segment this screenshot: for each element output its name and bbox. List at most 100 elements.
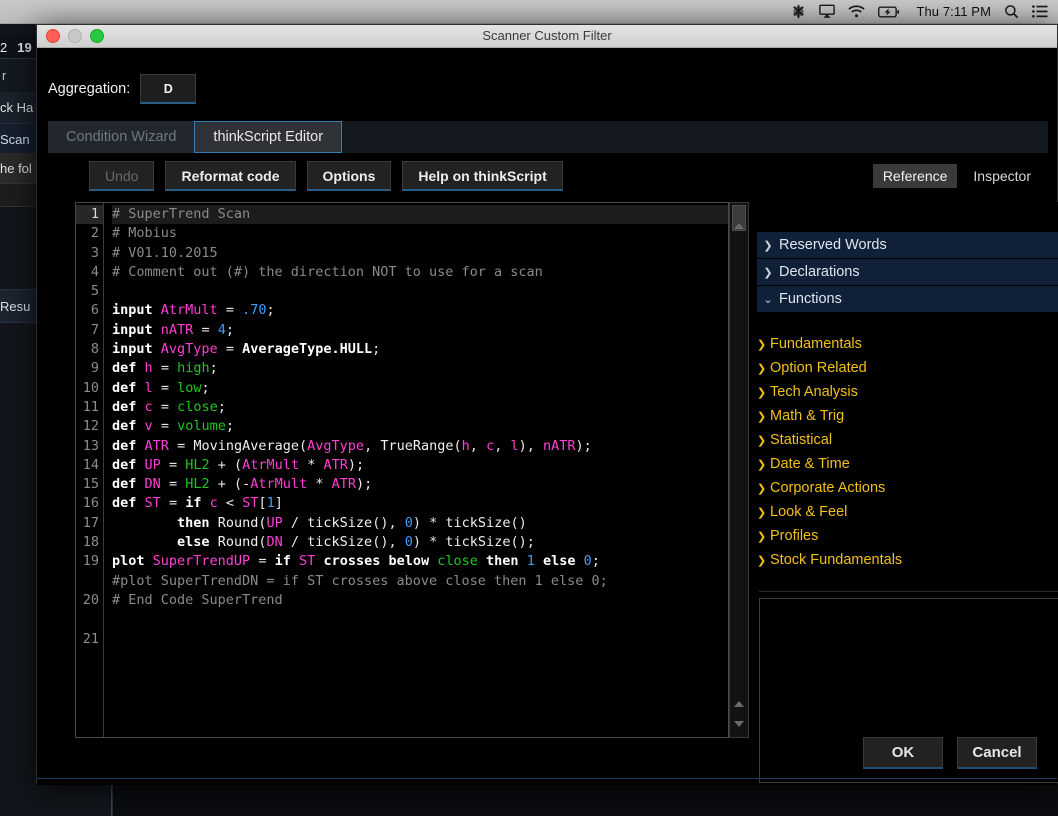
tab-condition-wizard[interactable]: Condition Wizard	[48, 121, 195, 153]
line-number: 9	[90, 360, 99, 377]
background-row-3-value: ck Ha	[0, 100, 34, 115]
chevron-right-icon: ❯	[763, 239, 773, 252]
tree-item-look-and-feel[interactable]: ❯ Look & Feel	[757, 500, 1058, 524]
chevron-right-icon: ❯	[757, 386, 767, 399]
chevron-right-icon: ❯	[757, 434, 767, 447]
tree-item-date-and-time[interactable]: ❯ Date & Time	[757, 452, 1058, 476]
code-line: #plot SuperTrendDN = if ST crosses above…	[112, 572, 608, 589]
line-number: 8	[90, 341, 99, 358]
tree-item-label: Tech Analysis	[770, 384, 858, 400]
scroll-up-arrow-icon[interactable]	[734, 223, 744, 229]
tree-item-label: Statistical	[770, 432, 833, 448]
editor-vertical-scrollbar[interactable]	[729, 202, 749, 738]
notification-center-icon[interactable]	[1032, 0, 1048, 24]
code-line: # Mobius	[112, 225, 178, 242]
app-status-icon[interactable]	[791, 0, 806, 24]
code-line: # V01.10.2015	[112, 244, 218, 261]
line-number: 13	[82, 437, 99, 454]
code-line: def ST = if c < ST[1]	[112, 495, 283, 512]
tree-group-functions[interactable]: ⌄ Functions	[757, 286, 1058, 313]
tree-item-corporate-actions[interactable]: ❯ Corporate Actions	[757, 476, 1058, 500]
options-button[interactable]: Options	[306, 161, 392, 191]
macos-menu-bar: Thu 7:11 PM	[0, 0, 1058, 24]
help-on-thinkscript-button[interactable]: Help on thinkScript	[402, 161, 563, 191]
background-row-5-value: he fol	[0, 160, 32, 176]
line-number: 15	[82, 476, 99, 493]
tree-item-stock-fundamentals[interactable]: ❯ Stock Fundamentals	[757, 548, 1058, 572]
chevron-right-icon: ❯	[757, 410, 767, 423]
menu-bar-clock[interactable]: Thu 7:11 PM	[916, 0, 991, 24]
tree-group-reserved-words[interactable]: ❯ Reserved Words	[757, 232, 1058, 259]
scanner-custom-filter-dialog: Scanner Custom Filter Aggregation: D Con…	[36, 24, 1058, 785]
code-line: def UP = HL2 + (AtrMult * ATR);	[112, 456, 365, 473]
scroll-down-arrow-icon[interactable]	[734, 721, 744, 727]
tree-item-label: Profiles	[770, 528, 819, 544]
line-number: 11	[82, 398, 99, 415]
dialog-footer: OK Cancel	[863, 737, 1037, 769]
line-number: 12	[82, 418, 99, 435]
battery-charging-icon[interactable]	[878, 0, 900, 24]
tree-item-math-and-trig[interactable]: ❯ Math & Trig	[757, 404, 1058, 428]
aggregation-select[interactable]: D	[140, 74, 197, 104]
background-row-4-value: Scan	[0, 131, 30, 147]
tab-thinkscript-editor[interactable]: thinkScript Editor	[194, 121, 343, 153]
aggregation-label: Aggregation:	[48, 81, 131, 97]
chevron-right-icon: ❯	[757, 554, 767, 567]
code-line: def h = high;	[112, 360, 218, 377]
airplay-display-icon[interactable]	[819, 0, 836, 24]
background-row-7-value: Resu	[0, 298, 31, 314]
tree-item-statistical[interactable]: ❯ Statistical	[757, 428, 1058, 452]
undo-button[interactable]: Undo	[89, 161, 155, 191]
tree-item-fundamentals[interactable]: ❯ Fundamentals	[757, 332, 1058, 356]
code-line: # Comment out (#) the direction NOT to u…	[112, 263, 543, 280]
tree-item-tech-analysis[interactable]: ❯ Tech Analysis	[757, 380, 1058, 404]
code-line: input AtrMult = .70;	[112, 302, 275, 319]
line-number: 1	[76, 205, 103, 225]
tree-item-label: Look & Feel	[770, 504, 848, 520]
chevron-right-icon: ❯	[757, 338, 767, 351]
tree-group-label: Declarations	[779, 264, 860, 280]
ok-button[interactable]: OK	[863, 737, 943, 769]
tree-item-option-related[interactable]: ❯ Option Related	[757, 356, 1058, 380]
tree-item-label: Corporate Actions	[770, 480, 886, 496]
chevron-down-icon: ⌄	[763, 293, 773, 306]
scroll-up-arrow-icon[interactable]	[734, 701, 744, 707]
code-line: def c = close;	[112, 398, 226, 415]
search-icon[interactable]	[1004, 0, 1019, 24]
tree-group-label: Reserved Words	[779, 237, 887, 253]
line-number: 10	[82, 379, 99, 396]
line-number: 3	[90, 244, 99, 261]
code-line: # SuperTrend Scan	[112, 205, 728, 225]
footer-accent-line	[37, 778, 1057, 779]
tree-item-label: Stock Fundamentals	[770, 552, 903, 568]
tab-inspector[interactable]: Inspector	[963, 164, 1041, 188]
background-row-2-value: r	[2, 69, 7, 83]
chevron-right-icon: ❯	[757, 362, 767, 375]
tree-group-declarations[interactable]: ❯ Declarations	[757, 259, 1058, 286]
description-separator	[759, 591, 1058, 592]
wifi-icon[interactable]	[848, 0, 866, 24]
code-line: then Round(UP / tickSize(), 0) * tickSiz…	[177, 514, 527, 531]
code-line: else Round(DN / tickSize(), 0) * tickSiz…	[177, 534, 535, 551]
cancel-button[interactable]: Cancel	[957, 737, 1037, 769]
tree-item-profiles[interactable]: ❯ Profiles	[757, 524, 1058, 548]
code-line: input nATR = 4;	[112, 321, 234, 338]
chevron-right-icon: ❯	[757, 530, 767, 543]
code-line: def l = low;	[112, 379, 210, 396]
tab-reference[interactable]: Reference	[872, 164, 958, 188]
code-line: plot SuperTrendUP = if ST crosses below …	[112, 553, 600, 570]
tree-item-label: Option Related	[770, 360, 867, 376]
code-text-area[interactable]: # SuperTrend Scan # Mobius # V01.10.2015…	[104, 203, 728, 737]
reformat-code-button[interactable]: Reformat code	[165, 161, 296, 191]
thinkscript-code-editor[interactable]: 1 2 3 4 5 6 7 8 9 10 11 12 13 14 15 16 1	[75, 202, 729, 738]
dialog-title-bar[interactable]: Scanner Custom Filter	[37, 25, 1057, 48]
line-number: 6	[90, 302, 99, 319]
right-panel-tabs: Reference Inspector	[872, 164, 1041, 188]
code-line: # End Code SuperTrend	[112, 591, 283, 608]
line-number: 4	[90, 263, 99, 280]
tree-item-label: Math & Trig	[770, 408, 845, 424]
chevron-right-icon: ❯	[757, 482, 767, 495]
line-number: 19	[82, 553, 99, 570]
dialog-body: Aggregation: D Condition Wizard thinkScr…	[37, 48, 1058, 785]
